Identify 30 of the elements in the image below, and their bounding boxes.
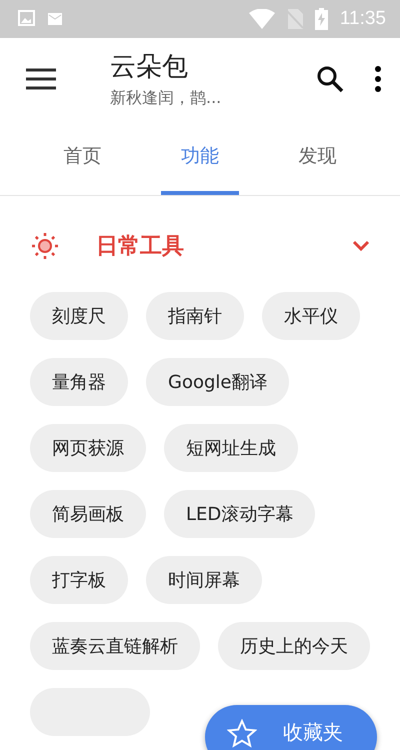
star-icon: [227, 719, 257, 749]
wifi-icon: [248, 9, 275, 29]
favorites-button[interactable]: 收藏夹: [205, 705, 377, 750]
tool-chip[interactable]: 量角器: [30, 358, 128, 406]
tool-chip[interactable]: 历史上的今天: [218, 622, 370, 670]
tool-chip[interactable]: 刻度尺: [30, 292, 128, 340]
tool-chip[interactable]: 指南针: [146, 292, 244, 340]
search-icon[interactable]: [316, 65, 344, 93]
section-title: 日常工具: [96, 233, 185, 261]
sun-icon: [30, 231, 60, 261]
app-title: 云朵包: [110, 51, 189, 84]
tool-chip[interactable]: 短网址生成: [164, 424, 298, 472]
mail-icon: [48, 13, 62, 25]
tab[interactable]: 功能: [161, 120, 239, 195]
tool-chip[interactable]: 时间屏幕: [146, 556, 262, 604]
image-icon: [18, 10, 36, 28]
tool-chip[interactable]: 水平仪: [262, 292, 360, 340]
tool-chip[interactable]: 简易画板: [30, 490, 146, 538]
chevron-icon[interactable]: [352, 240, 370, 252]
tool-chip[interactable]: LED滚动字幕: [164, 490, 316, 538]
tool-chip[interactable]: 网页获源: [30, 424, 146, 472]
tool-chip[interactable]: 蓝奏云直链解析: [30, 622, 200, 670]
battery-charging-icon: [314, 8, 328, 30]
tab[interactable]: 首页: [44, 120, 122, 195]
menu-icon[interactable]: [26, 68, 56, 90]
tool-chip[interactable]: Google翻译: [146, 358, 290, 406]
app-subtitle: 新秋逢闰，鹊...: [110, 88, 222, 109]
more-icon[interactable]: [374, 66, 382, 92]
tool-chip[interactable]: 打字板: [30, 556, 128, 604]
tab[interactable]: 发现: [278, 120, 356, 195]
